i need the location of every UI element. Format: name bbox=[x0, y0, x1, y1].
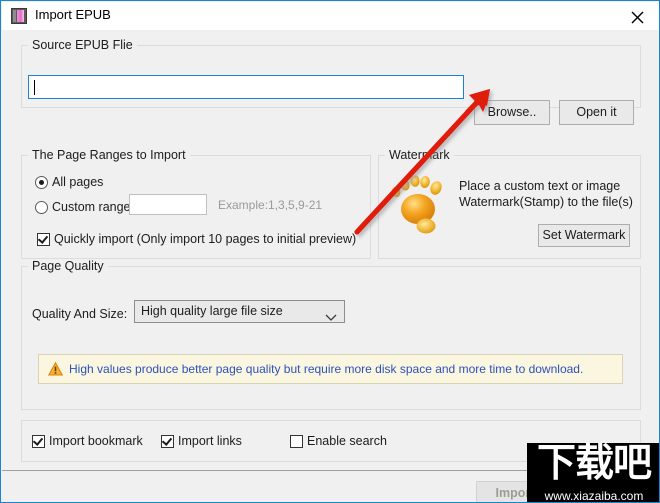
radio-custom-range-indicator bbox=[35, 201, 48, 214]
site-watermark-text: 下载吧 bbox=[527, 443, 660, 487]
quality-warning-text: High values produce better page quality … bbox=[69, 362, 583, 376]
checkbox-import-links[interactable]: Import links bbox=[161, 434, 242, 448]
close-icon[interactable] bbox=[615, 2, 660, 30]
radio-all-pages[interactable]: All pages bbox=[35, 175, 103, 189]
radio-custom-range-label: Custom range: bbox=[52, 200, 134, 214]
titlebar: Import EPUB bbox=[2, 2, 660, 31]
open-it-button[interactable]: Open it bbox=[559, 100, 634, 125]
set-watermark-button[interactable]: Set Watermark bbox=[538, 224, 630, 247]
text-caret bbox=[34, 80, 35, 95]
checkbox-import-links-label: Import links bbox=[178, 434, 242, 448]
page-quality-group: Page Quality Quality And Size: High qual… bbox=[21, 266, 641, 410]
warning-triangle-icon bbox=[48, 362, 63, 381]
checkbox-enable-search-indicator bbox=[290, 435, 303, 448]
site-watermark: 下载吧 www.xiazaiba.com bbox=[527, 443, 660, 503]
page-ranges-legend: The Page Ranges to Import bbox=[28, 148, 190, 162]
custom-range-example-hint: Example:1,3,5,9-21 bbox=[218, 198, 322, 212]
checkbox-import-links-indicator bbox=[161, 435, 174, 448]
checkbox-quickly-import-label: Quickly import (Only import 10 pages to … bbox=[54, 232, 356, 246]
radio-all-pages-label: All pages bbox=[52, 175, 103, 189]
checkbox-enable-search-label: Enable search bbox=[307, 434, 387, 448]
quality-and-size-label: Quality And Size: bbox=[32, 307, 127, 321]
import-epub-dialog: Import EPUB Source EPUB Flie Browse.. Op… bbox=[0, 0, 660, 503]
checkbox-import-bookmark-label: Import bookmark bbox=[49, 434, 143, 448]
checkbox-quickly-import-indicator bbox=[37, 233, 50, 246]
custom-range-input[interactable] bbox=[129, 194, 207, 215]
source-file-input[interactable] bbox=[28, 75, 464, 99]
quality-and-size-value: High quality large file size bbox=[141, 304, 283, 318]
checkbox-import-bookmark-indicator bbox=[32, 435, 45, 448]
footprint-icon bbox=[387, 174, 453, 236]
quality-and-size-select[interactable]: High quality large file size bbox=[134, 300, 345, 323]
quality-warning-bar: High values produce better page quality … bbox=[38, 354, 623, 384]
watermark-description: Place a custom text or image Watermark(S… bbox=[459, 178, 633, 210]
source-file-group: Source EPUB Flie bbox=[21, 45, 641, 108]
checkbox-enable-search[interactable]: Enable search bbox=[290, 434, 387, 448]
browse-button[interactable]: Browse.. bbox=[474, 100, 550, 125]
page-ranges-group: The Page Ranges to Import All pages Cust… bbox=[21, 155, 371, 259]
radio-custom-range[interactable]: Custom range: bbox=[35, 200, 134, 214]
site-watermark-url: www.xiazaiba.com bbox=[527, 489, 660, 503]
radio-all-pages-indicator bbox=[35, 176, 48, 189]
checkbox-import-bookmark[interactable]: Import bookmark bbox=[32, 434, 143, 448]
chevron-down-icon bbox=[325, 309, 337, 327]
dialog-body: Source EPUB Flie Browse.. Open it The Pa… bbox=[2, 30, 660, 503]
book-icon bbox=[11, 8, 28, 25]
watermark-description-line2: Watermark(Stamp) to the file(s) bbox=[459, 195, 633, 209]
window-title: Import EPUB bbox=[35, 7, 111, 22]
source-file-legend: Source EPUB Flie bbox=[28, 38, 137, 52]
watermark-description-line1: Place a custom text or image bbox=[459, 179, 620, 193]
checkbox-quickly-import[interactable]: Quickly import (Only import 10 pages to … bbox=[37, 232, 356, 246]
watermark-legend: Watermark bbox=[385, 148, 454, 162]
page-quality-legend: Page Quality bbox=[28, 259, 108, 273]
